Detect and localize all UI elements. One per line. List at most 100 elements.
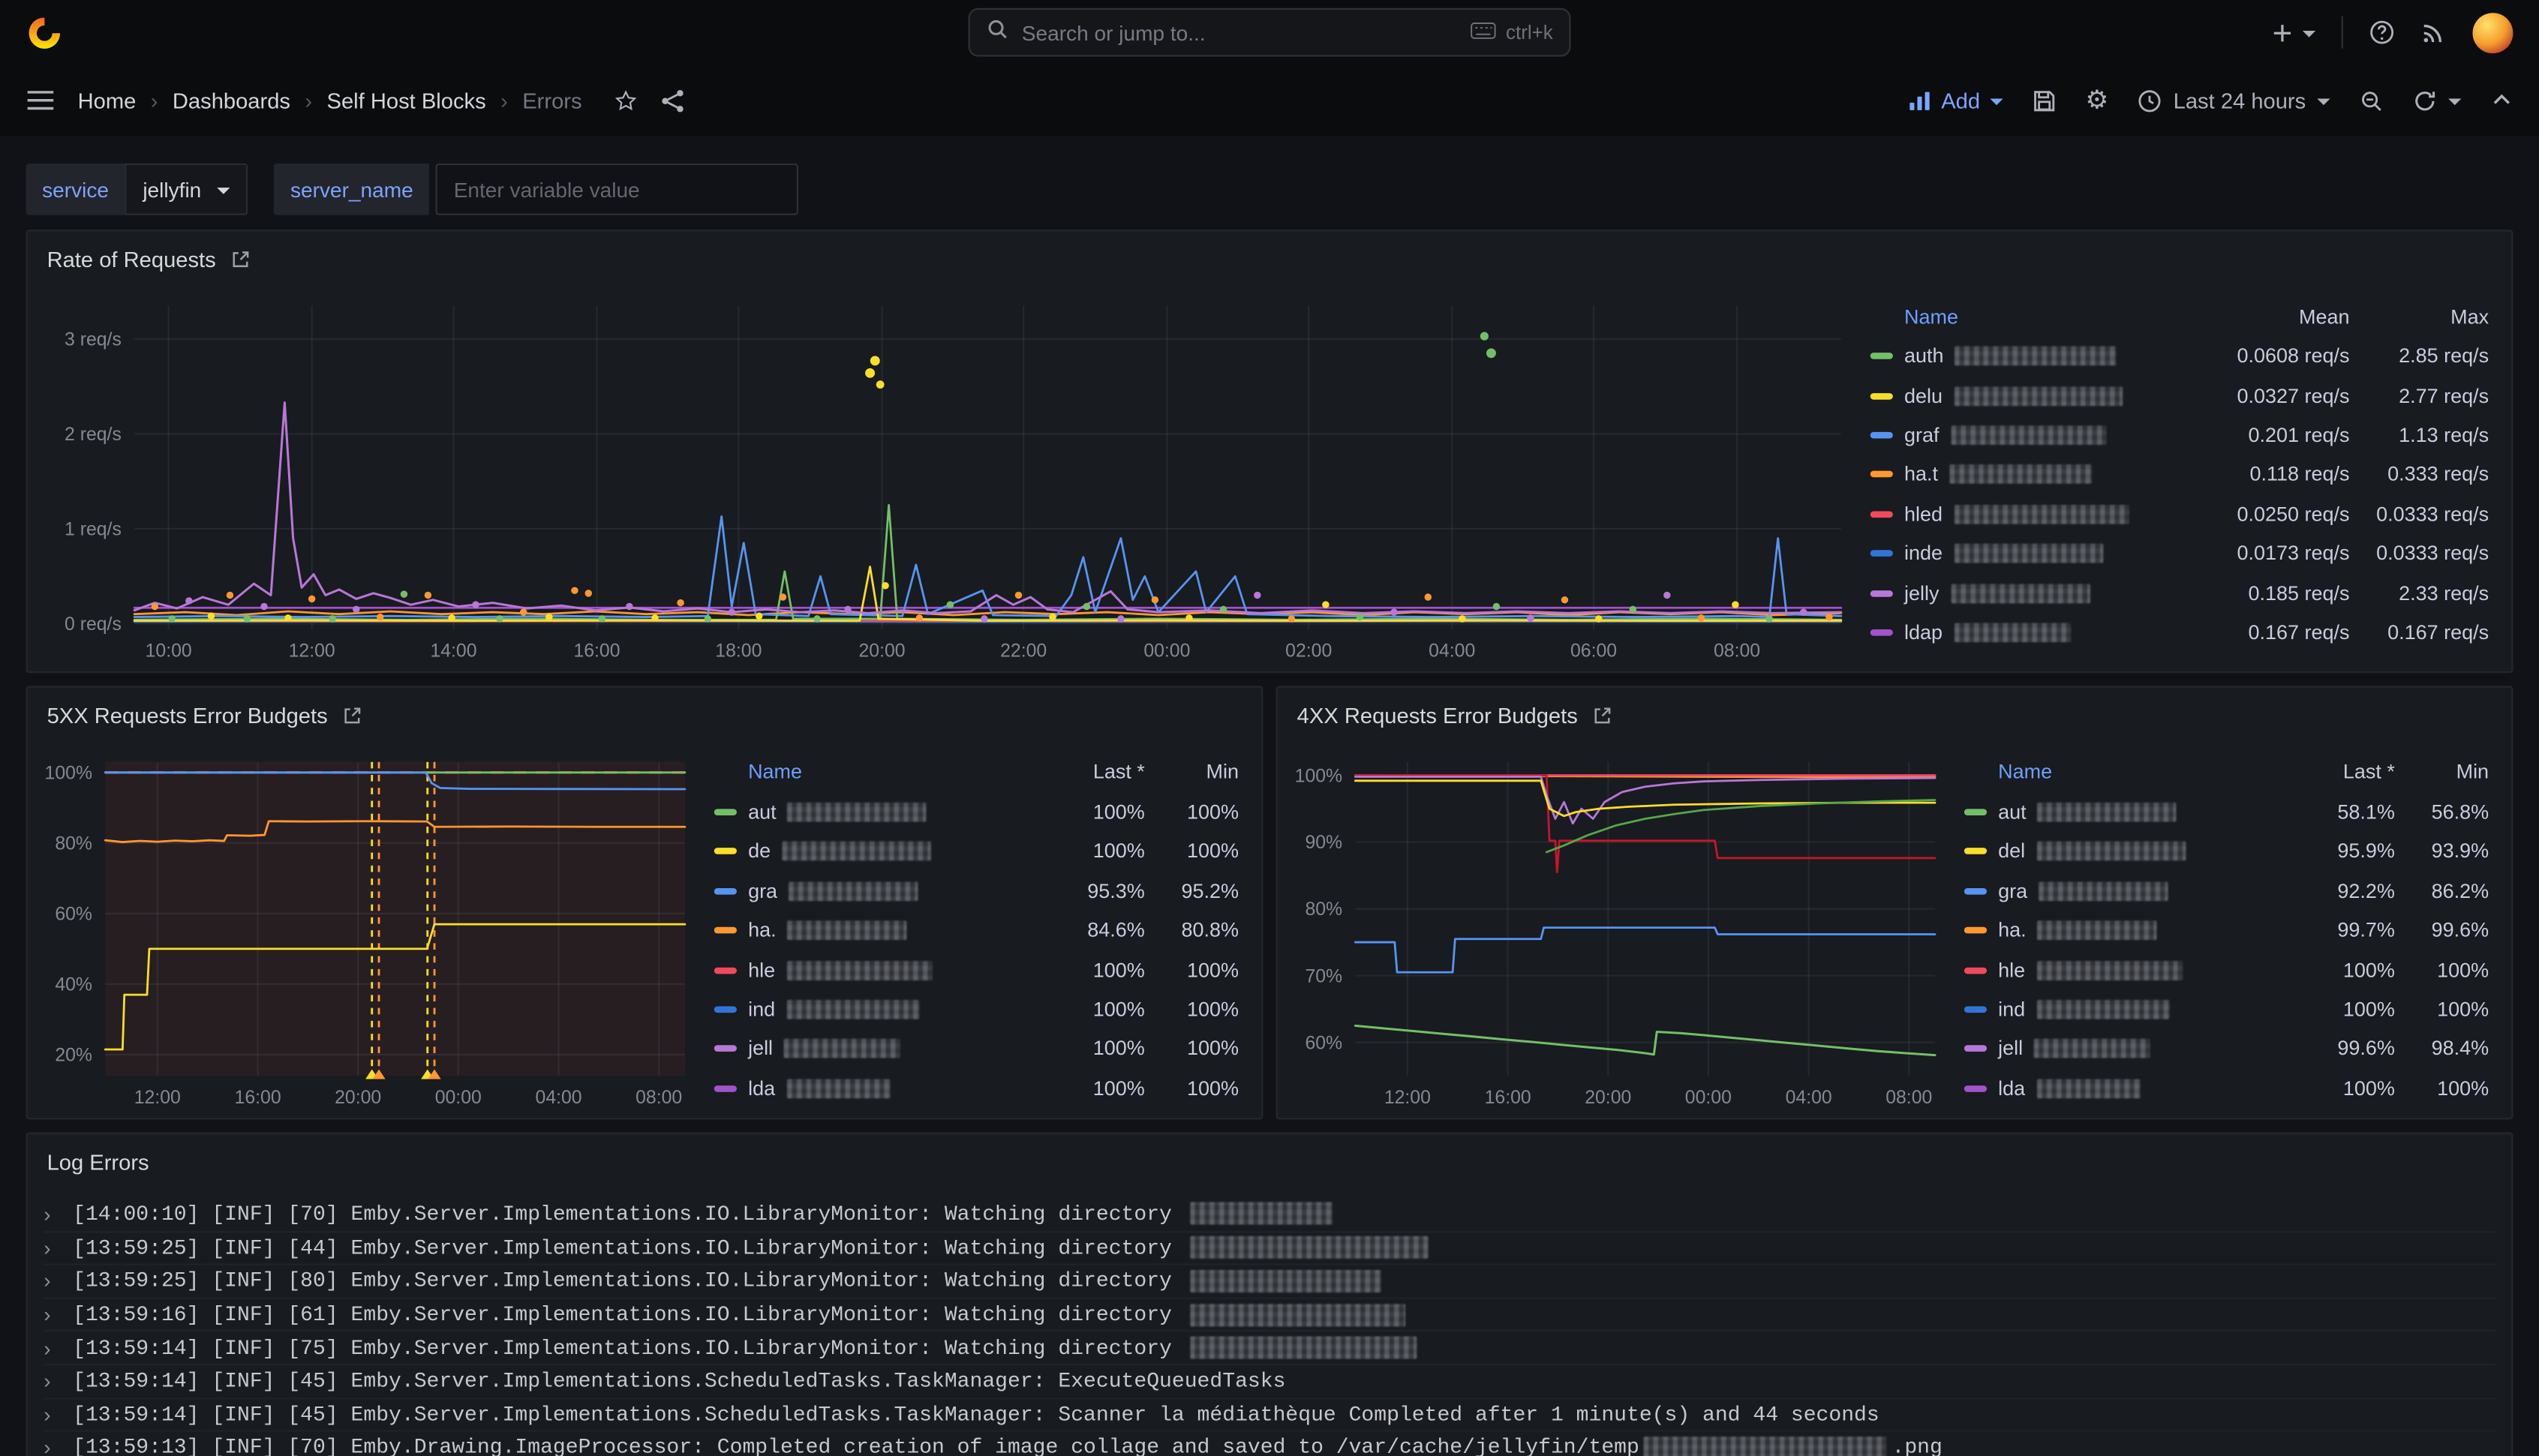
expand-log-icon[interactable]: › <box>44 1269 73 1293</box>
legend-row[interactable]: gra95.3%95.2% <box>714 872 1239 911</box>
legend-row[interactable]: ha.t0.118 req/s0.333 req/s <box>1870 455 2489 494</box>
log-row[interactable]: ›[13:59:14] [INF] [45] Emby.Server.Imple… <box>44 1364 2495 1397</box>
log-row[interactable]: ›[13:59:25] [INF] [44] Emby.Server.Imple… <box>44 1230 2495 1263</box>
legend-series-name[interactable]: ha. <box>714 919 1029 941</box>
log-row[interactable]: ›[13:59:16] [INF] [61] Emby.Server.Imple… <box>44 1297 2495 1330</box>
external-link-icon[interactable] <box>342 704 363 725</box>
panel-header[interactable]: 5XX Requests Error Budgets <box>28 688 1262 743</box>
variable-server-name-input[interactable] <box>436 164 798 215</box>
menu-toggle-button[interactable] <box>26 89 56 112</box>
legend-row[interactable]: gra92.2%86.2% <box>1964 872 2489 911</box>
legend-series-name[interactable]: inde <box>1870 542 2178 565</box>
legend-row[interactable]: lda100%100% <box>1964 1069 2489 1109</box>
legend-row[interactable]: ind100%100% <box>1964 990 2489 1030</box>
legend-row[interactable]: de100%100% <box>714 832 1239 872</box>
legend-series-name[interactable]: jell <box>714 1037 1029 1060</box>
expand-log-icon[interactable]: › <box>44 1369 73 1393</box>
user-avatar[interactable] <box>2473 12 2513 53</box>
expand-log-icon[interactable]: › <box>44 1436 73 1456</box>
legend-col-last[interactable]: Last * <box>2279 761 2395 784</box>
legend-row[interactable]: jell99.6%98.4% <box>1964 1029 2489 1069</box>
zoom-out-button[interactable] <box>2359 89 2383 113</box>
legend-series-name[interactable]: ind <box>1964 998 2279 1021</box>
legend-series-name[interactable]: aut <box>714 801 1029 824</box>
news-button[interactable] <box>2420 20 2447 46</box>
favorite-button[interactable] <box>614 89 639 113</box>
legend-row[interactable]: del95.9%93.9% <box>1964 832 2489 872</box>
legend-row[interactable]: graf0.201 req/s1.13 req/s <box>1870 416 2489 455</box>
error-budget-4xx-chart[interactable]: 60%70%80%90%100%12:0016:0020:0000:0004:0… <box>1281 743 1951 1115</box>
save-dashboard-button[interactable] <box>2032 89 2056 113</box>
collapse-toolbar-button[interactable] <box>2490 89 2513 112</box>
legend-series-name[interactable]: hled <box>1870 503 2178 525</box>
legend-col-name[interactable]: Name <box>714 761 1029 784</box>
legend-row[interactable]: ha.99.7%99.6% <box>1964 911 2489 950</box>
variable-service-select[interactable]: jellyfin <box>125 164 248 215</box>
legend-series-name[interactable]: de <box>714 840 1029 863</box>
legend-series-name[interactable]: aut <box>1964 801 2279 824</box>
dashboard-settings-button[interactable]: ⚙ <box>2085 87 2108 113</box>
legend-col-name[interactable]: Name <box>1964 761 2279 784</box>
legend-row[interactable]: lda100%100% <box>714 1069 1239 1109</box>
breadcrumb-home[interactable]: Home <box>78 89 137 113</box>
legend-series-name[interactable]: del <box>1964 840 2279 863</box>
legend-row[interactable]: hle100%100% <box>1964 950 2489 990</box>
legend-series-name[interactable]: graf <box>1870 424 2178 446</box>
expand-log-icon[interactable]: › <box>44 1235 73 1259</box>
expand-log-icon[interactable]: › <box>44 1336 73 1360</box>
legend-col-mean[interactable]: Mean <box>2178 305 2350 328</box>
external-link-icon[interactable] <box>230 248 251 269</box>
refresh-button[interactable] <box>2413 89 2462 113</box>
legend-row[interactable]: auth0.0608 req/s2.85 req/s <box>1870 337 2489 377</box>
expand-log-icon[interactable]: › <box>44 1202 73 1226</box>
legend-series-name[interactable]: delu <box>1870 384 2178 407</box>
legend-row[interactable]: hle100%100% <box>714 950 1239 990</box>
legend-col-max[interactable]: Max <box>2349 305 2489 328</box>
external-link-icon[interactable] <box>1592 704 1613 725</box>
legend-row[interactable]: hled0.0250 req/s0.0333 req/s <box>1870 494 2489 534</box>
add-panel-button[interactable]: Add <box>1907 89 2003 113</box>
log-row[interactable]: ›[14:00:10] [INF] [70] Emby.Server.Imple… <box>44 1197 2495 1230</box>
panel-header[interactable]: Rate of Requests <box>28 231 2512 286</box>
error-budget-5xx-chart[interactable]: 20%40%60%80%100%12:0016:0020:0000:0004:0… <box>31 743 701 1115</box>
log-row[interactable]: ›[13:59:14] [INF] [75] Emby.Server.Imple… <box>44 1331 2495 1364</box>
legend-series-name[interactable]: gra <box>1964 880 2279 902</box>
legend-row[interactable]: inde0.0173 req/s0.0333 req/s <box>1870 534 2489 574</box>
log-row[interactable]: ›[13:59:25] [INF] [80] Emby.Server.Imple… <box>44 1264 2495 1297</box>
legend-col-min[interactable]: Min <box>2395 761 2489 784</box>
grafana-logo[interactable] <box>26 14 64 51</box>
legend-col-min[interactable]: Min <box>1145 761 1239 784</box>
legend-row[interactable]: jell100%100% <box>714 1029 1239 1069</box>
new-button[interactable] <box>2270 20 2315 44</box>
legend-series-name[interactable]: auth <box>1870 345 2178 368</box>
log-row[interactable]: ›[13:59:14] [INF] [45] Emby.Server.Imple… <box>44 1397 2495 1430</box>
legend-row[interactable]: aut58.1%56.8% <box>1964 792 2489 832</box>
expand-log-icon[interactable]: › <box>44 1302 73 1326</box>
legend-series-name[interactable]: ldap <box>1870 621 2178 644</box>
legend-row[interactable]: ha.84.6%80.8% <box>714 911 1239 950</box>
legend-row[interactable]: ind100%100% <box>714 990 1239 1030</box>
legend-series-name[interactable]: ind <box>714 998 1029 1021</box>
breadcrumb-folder[interactable]: Self Host Blocks <box>327 89 486 113</box>
help-button[interactable] <box>2369 20 2395 46</box>
legend-series-name[interactable]: ha.t <box>1870 464 2178 486</box>
legend-series-name[interactable]: hle <box>1964 959 2279 981</box>
legend-series-name[interactable]: ha. <box>1964 919 2279 941</box>
legend-col-name[interactable]: Name <box>1870 305 2178 328</box>
legend-series-name[interactable]: gra <box>714 880 1029 902</box>
legend-series-name[interactable]: lda <box>1964 1077 2279 1100</box>
expand-log-icon[interactable]: › <box>44 1403 73 1427</box>
legend-row[interactable]: jelly0.185 req/s2.33 req/s <box>1870 573 2489 613</box>
legend-row[interactable]: ldap0.167 req/s0.167 req/s <box>1870 613 2489 653</box>
rate-of-requests-chart[interactable]: 0 req/s1 req/s2 req/s3 req/s10:0012:0014… <box>31 287 1857 668</box>
share-button[interactable] <box>661 89 685 113</box>
panel-header[interactable]: Log Errors <box>28 1134 2512 1189</box>
time-range-picker[interactable]: Last 24 hours <box>2138 89 2330 113</box>
log-row[interactable]: ›[13:59:13] [INF] [70] Emby.Drawing.Imag… <box>44 1430 2495 1456</box>
legend-series-name[interactable]: lda <box>714 1077 1029 1100</box>
search-input[interactable] <box>1022 20 1458 44</box>
legend-row[interactable]: delu0.0327 req/s2.77 req/s <box>1870 376 2489 416</box>
legend-col-last[interactable]: Last * <box>1028 761 1144 784</box>
legend-series-name[interactable]: jelly <box>1870 581 2178 604</box>
breadcrumb-dashboards[interactable]: Dashboards <box>173 89 290 113</box>
